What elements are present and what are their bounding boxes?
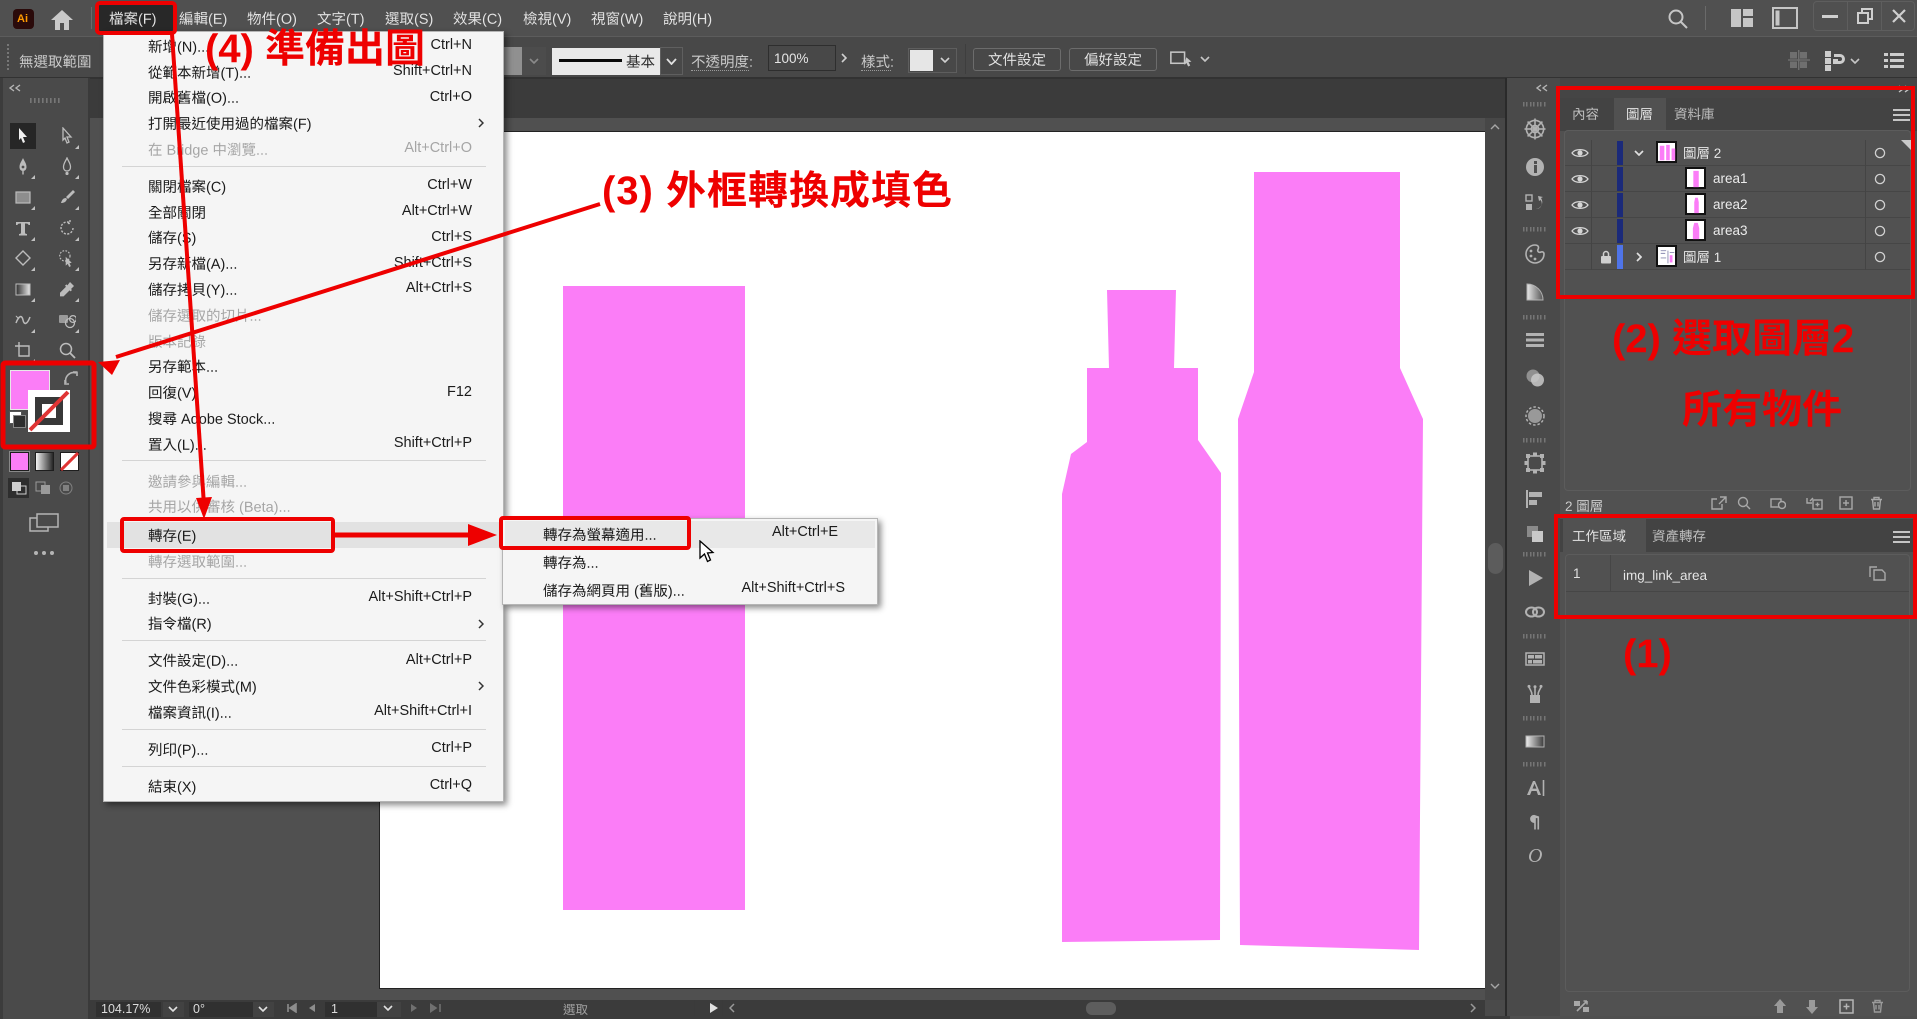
svg-text:O: O bbox=[1528, 845, 1542, 867]
